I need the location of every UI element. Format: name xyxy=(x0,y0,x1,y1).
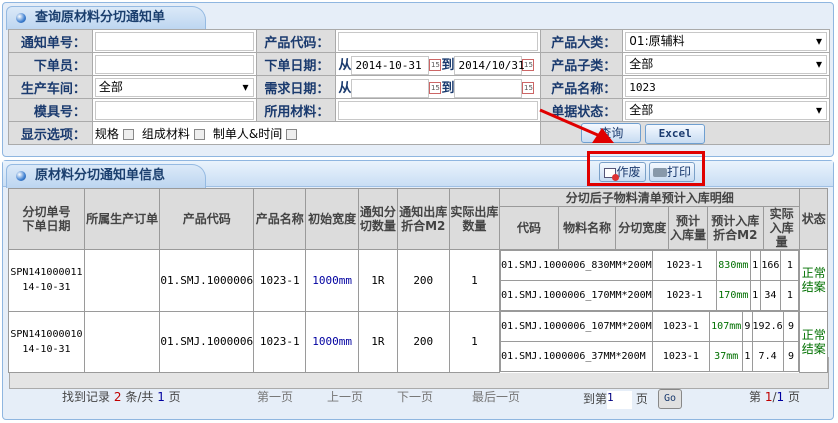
item-code: 01.SMJ.1000006_830MM*200M xyxy=(500,250,653,281)
record-count: 2 xyxy=(113,390,122,404)
header-notice-no: 分切单号 下单日期 xyxy=(8,188,85,250)
item-m2: 7.4 xyxy=(751,341,784,372)
item-name: 1023-1 xyxy=(651,341,711,372)
production-order xyxy=(83,310,161,373)
item-width: 107mm xyxy=(709,311,744,342)
results-grid: 分切单号 下单日期 所属生产订单 产品代码 产品名称 初始宽度 通知分 切数量 … xyxy=(8,188,828,373)
goto-suffix: 页 xyxy=(635,392,648,406)
status: 正常 结案 xyxy=(799,310,828,373)
sub-item-row: 01.SMJ.1000006_107MM*200M 1023-1 107mm 9 192… xyxy=(500,311,800,342)
item-qty: 1 xyxy=(742,341,753,372)
pager-record-info: 找到记录 2 条/共 1 页 xyxy=(62,388,181,405)
header-product-name: 产品名称 xyxy=(253,188,307,250)
current-page-info: 第 1/1 页 xyxy=(749,388,800,405)
subheader-code: 代码 xyxy=(499,206,559,250)
product-code: 01.SMJ.1000006 xyxy=(159,310,255,373)
pager-page-suffix: 页 xyxy=(168,390,181,404)
item-actual: 9 xyxy=(782,311,800,342)
notice-qty: 1R xyxy=(357,249,398,312)
subheader-cut-width: 分切宽度 xyxy=(615,206,670,250)
header-actual-qty: 实际出库 数量 xyxy=(448,188,501,250)
product-code: 01.SMJ.1000006 xyxy=(159,249,255,312)
goto-prefix: 到第 xyxy=(583,392,608,406)
last-page-link[interactable]: 最后一页 xyxy=(472,388,520,405)
sub-items: 01.SMJ.1000006_830MM*200M 1023-1 830mm 1 166… xyxy=(500,250,800,311)
item-m2: 34 xyxy=(759,280,782,311)
table-row[interactable]: SPN141000011 14-10-31 01.SMJ.1000006 1023-1… xyxy=(8,249,828,312)
prev-page-link[interactable]: 上一页 xyxy=(327,388,363,405)
header-initial-width: 初始宽度 xyxy=(305,188,359,250)
header-product-code: 产品代码 xyxy=(159,188,255,250)
pager-found-label: 找到记录 xyxy=(62,390,111,404)
next-page-link[interactable]: 下一页 xyxy=(397,388,433,405)
item-name: 1023-1 xyxy=(651,311,711,342)
sub-item-row: 01.SMJ.1000006_830MM*200M 1023-1 830mm 1 166… xyxy=(500,250,800,281)
notice-cell[interactable]: SPN141000011 14-10-31 xyxy=(8,249,85,312)
notice-no[interactable]: SPN141000011 xyxy=(9,265,84,280)
current-total: 1 xyxy=(776,390,785,404)
item-qty: 9 xyxy=(742,311,753,342)
item-qty: 1 xyxy=(749,280,761,311)
pager-found-mid: 条/共 xyxy=(125,390,154,404)
first-page-link[interactable]: 第一页 xyxy=(257,388,293,405)
item-code: 01.SMJ.1000006_37MM*200M xyxy=(500,341,653,372)
header-production-order: 所属生产订单 xyxy=(83,188,161,250)
status: 正常 结案 xyxy=(799,249,828,312)
page-total: 1 xyxy=(157,390,165,404)
notice-cell[interactable]: SPN141000010 14-10-31 xyxy=(8,310,85,373)
item-actual: 1 xyxy=(780,280,800,311)
item-width: 37mm xyxy=(709,341,744,372)
subheader-expected-qty: 预计 入库量 xyxy=(668,206,708,250)
actual-qty: 1 xyxy=(448,310,501,373)
header-notice-m2: 通知出库 折合M2 xyxy=(396,188,450,250)
notice-no[interactable]: SPN141000010 xyxy=(9,327,84,342)
product-name: 1023-1 xyxy=(253,310,307,373)
goto-page-input[interactable]: 1 xyxy=(607,390,633,409)
item-name: 1023-1 xyxy=(651,250,717,281)
current-suffix: 页 xyxy=(788,390,801,404)
header-group-detail: 分切后子物料清单预计入库明细 xyxy=(499,188,801,207)
subheader-material-name: 物料名称 xyxy=(557,206,617,250)
product-name: 1023-1 xyxy=(253,249,307,312)
current-prefix: 第 xyxy=(749,390,762,404)
subheader-actual-in-qty: 实际 入库量 xyxy=(762,206,801,250)
goto-page: 到第1 页 xyxy=(583,390,648,409)
item-actual: 1 xyxy=(780,250,800,281)
table-row[interactable]: SPN141000010 14-10-31 01.SMJ.1000006 1023-1… xyxy=(8,310,828,373)
production-order xyxy=(83,249,161,312)
sub-item-row: 01.SMJ.1000006_37MM*200M 1023-1 37mm 1 7.4 9 xyxy=(500,341,800,372)
item-m2: 192.6 xyxy=(751,311,784,342)
go-button[interactable]: Go xyxy=(658,389,682,409)
order-date: 14-10-31 xyxy=(22,282,71,294)
item-width: 170mm xyxy=(715,280,751,311)
item-actual: 9 xyxy=(782,341,800,372)
initial-width: 1000mm xyxy=(305,310,359,373)
order-date: 14-10-31 xyxy=(22,343,71,355)
item-code: 01.SMJ.1000006_170MM*200M xyxy=(500,280,653,311)
notice-m2: 200 xyxy=(396,249,450,312)
notice-m2: 200 xyxy=(396,310,450,373)
item-name: 1023-1 xyxy=(651,280,717,311)
sub-item-row: 01.SMJ.1000006_170MM*200M 1023-1 170mm 1 34 1 xyxy=(500,280,800,311)
header-notice-qty: 通知分 切数量 xyxy=(357,188,398,250)
item-width: 830mm xyxy=(715,250,751,281)
subheader-expected-m2: 预计入库 折合M2 xyxy=(706,206,764,250)
item-qty: 1 xyxy=(749,250,761,281)
notice-qty: 1R xyxy=(357,310,398,373)
sub-items: 01.SMJ.1000006_107MM*200M 1023-1 107mm 9 192… xyxy=(500,311,800,372)
initial-width: 1000mm xyxy=(305,249,359,312)
item-code: 01.SMJ.1000006_107MM*200M xyxy=(500,311,653,342)
item-m2: 166 xyxy=(759,250,782,281)
header-status: 状态 xyxy=(799,188,828,250)
actual-qty: 1 xyxy=(448,249,501,312)
